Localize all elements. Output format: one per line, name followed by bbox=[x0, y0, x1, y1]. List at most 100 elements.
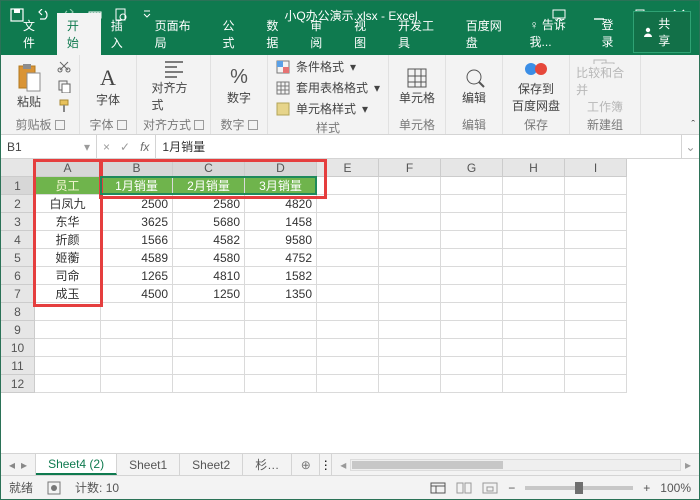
cell[interactable] bbox=[379, 339, 441, 357]
cell[interactable] bbox=[317, 285, 379, 303]
cell[interactable] bbox=[173, 357, 245, 375]
cell[interactable] bbox=[503, 285, 565, 303]
cell[interactable]: 4580 bbox=[173, 249, 245, 267]
cell[interactable] bbox=[565, 267, 627, 285]
tab-formulas[interactable]: 公式 bbox=[212, 13, 256, 55]
cell[interactable] bbox=[379, 375, 441, 393]
row-header[interactable]: 12 bbox=[1, 375, 35, 393]
cell[interactable] bbox=[441, 339, 503, 357]
cell[interactable] bbox=[441, 321, 503, 339]
edit-button[interactable]: 编辑 bbox=[452, 57, 496, 115]
cell[interactable] bbox=[173, 375, 245, 393]
cell[interactable]: 1250 bbox=[173, 285, 245, 303]
cell[interactable] bbox=[245, 339, 317, 357]
cell[interactable] bbox=[441, 285, 503, 303]
cell[interactable]: 9580 bbox=[245, 231, 317, 249]
font-launcher[interactable] bbox=[117, 120, 127, 130]
cell[interactable] bbox=[565, 321, 627, 339]
row-header[interactable]: 4 bbox=[1, 231, 35, 249]
cell[interactable] bbox=[101, 303, 173, 321]
cell[interactable] bbox=[503, 375, 565, 393]
cell[interactable] bbox=[441, 375, 503, 393]
cancel-icon[interactable]: × bbox=[103, 140, 110, 154]
cell[interactable] bbox=[317, 195, 379, 213]
zoom-level[interactable]: 100% bbox=[660, 481, 691, 495]
cell[interactable] bbox=[379, 267, 441, 285]
row-header[interactable]: 10 bbox=[1, 339, 35, 357]
cell[interactable] bbox=[35, 321, 101, 339]
share-button[interactable]: 共享 bbox=[633, 11, 691, 53]
cell[interactable]: 2月销量 bbox=[173, 177, 245, 195]
cell[interactable]: 4500 bbox=[101, 285, 173, 303]
sheet-tab-active[interactable]: Sheet4 (2) bbox=[36, 454, 117, 475]
cell[interactable] bbox=[503, 177, 565, 195]
select-all-button[interactable] bbox=[1, 159, 35, 177]
zoom-slider[interactable] bbox=[525, 486, 633, 490]
cell[interactable] bbox=[35, 375, 101, 393]
cell[interactable] bbox=[565, 303, 627, 321]
cell[interactable] bbox=[245, 375, 317, 393]
cell[interactable]: 3625 bbox=[101, 213, 173, 231]
cell[interactable] bbox=[441, 357, 503, 375]
name-box[interactable]: B1▾ bbox=[1, 135, 97, 158]
align-launcher[interactable] bbox=[194, 120, 204, 130]
cell[interactable]: 成玉 bbox=[35, 285, 101, 303]
cell[interactable] bbox=[565, 195, 627, 213]
expand-formula-button[interactable]: ⌄ bbox=[681, 135, 699, 158]
cell[interactable] bbox=[441, 231, 503, 249]
column-header[interactable]: I bbox=[565, 159, 627, 177]
cell[interactable] bbox=[317, 267, 379, 285]
sheet-tab[interactable]: Sheet1 bbox=[117, 454, 180, 475]
formula-input[interactable]: 1月销量 bbox=[156, 135, 681, 158]
cell[interactable] bbox=[379, 249, 441, 267]
cell[interactable]: 姬蘅 bbox=[35, 249, 101, 267]
cell[interactable] bbox=[503, 231, 565, 249]
add-sheet-button[interactable]: ⊕ bbox=[292, 454, 320, 475]
cell[interactable] bbox=[441, 177, 503, 195]
cell[interactable] bbox=[173, 339, 245, 357]
cell[interactable]: 4582 bbox=[173, 231, 245, 249]
column-header[interactable]: B bbox=[101, 159, 173, 177]
cell[interactable] bbox=[173, 303, 245, 321]
compare-merge-button[interactable]: 比较和合并工作簿 bbox=[576, 57, 634, 115]
tab-layout[interactable]: 页面布局 bbox=[145, 13, 213, 55]
row-header[interactable]: 1 bbox=[1, 177, 35, 195]
conditional-format-button[interactable]: 条件格式 ▾ bbox=[274, 57, 358, 76]
horizontal-scrollbar[interactable]: ◂▸ bbox=[332, 454, 699, 475]
cell[interactable]: 5680 bbox=[173, 213, 245, 231]
cell[interactable] bbox=[379, 285, 441, 303]
row-header[interactable]: 7 bbox=[1, 285, 35, 303]
cell[interactable] bbox=[35, 357, 101, 375]
row-header[interactable]: 9 bbox=[1, 321, 35, 339]
signin-button[interactable]: 登录 bbox=[595, 12, 631, 54]
tab-data[interactable]: 数据 bbox=[256, 13, 300, 55]
cell[interactable] bbox=[379, 321, 441, 339]
cell[interactable] bbox=[565, 375, 627, 393]
row-header[interactable]: 5 bbox=[1, 249, 35, 267]
zoom-in-button[interactable]: + bbox=[643, 481, 650, 495]
cell[interactable] bbox=[317, 177, 379, 195]
cell[interactable] bbox=[503, 357, 565, 375]
cell[interactable]: 1月销量 bbox=[101, 177, 173, 195]
cell[interactable] bbox=[35, 339, 101, 357]
paste-button[interactable]: 粘贴 bbox=[7, 57, 51, 115]
cell[interactable] bbox=[173, 321, 245, 339]
cell[interactable] bbox=[503, 249, 565, 267]
cell[interactable] bbox=[565, 249, 627, 267]
cell[interactable] bbox=[565, 339, 627, 357]
column-header[interactable]: C bbox=[173, 159, 245, 177]
copy-button[interactable] bbox=[55, 78, 73, 94]
cell[interactable]: 2500 bbox=[101, 195, 173, 213]
cell[interactable] bbox=[503, 303, 565, 321]
collapse-ribbon-button[interactable]: ˆ bbox=[689, 118, 697, 132]
row-header[interactable]: 6 bbox=[1, 267, 35, 285]
cell[interactable] bbox=[317, 357, 379, 375]
cell[interactable]: 司命 bbox=[35, 267, 101, 285]
number-button[interactable]: %数字 bbox=[217, 57, 261, 115]
cell[interactable] bbox=[317, 375, 379, 393]
macro-record-icon[interactable] bbox=[47, 481, 61, 495]
cell[interactable] bbox=[441, 249, 503, 267]
column-header[interactable]: F bbox=[379, 159, 441, 177]
row-header[interactable]: 3 bbox=[1, 213, 35, 231]
sheet-tab[interactable]: Sheet2 bbox=[180, 454, 243, 475]
